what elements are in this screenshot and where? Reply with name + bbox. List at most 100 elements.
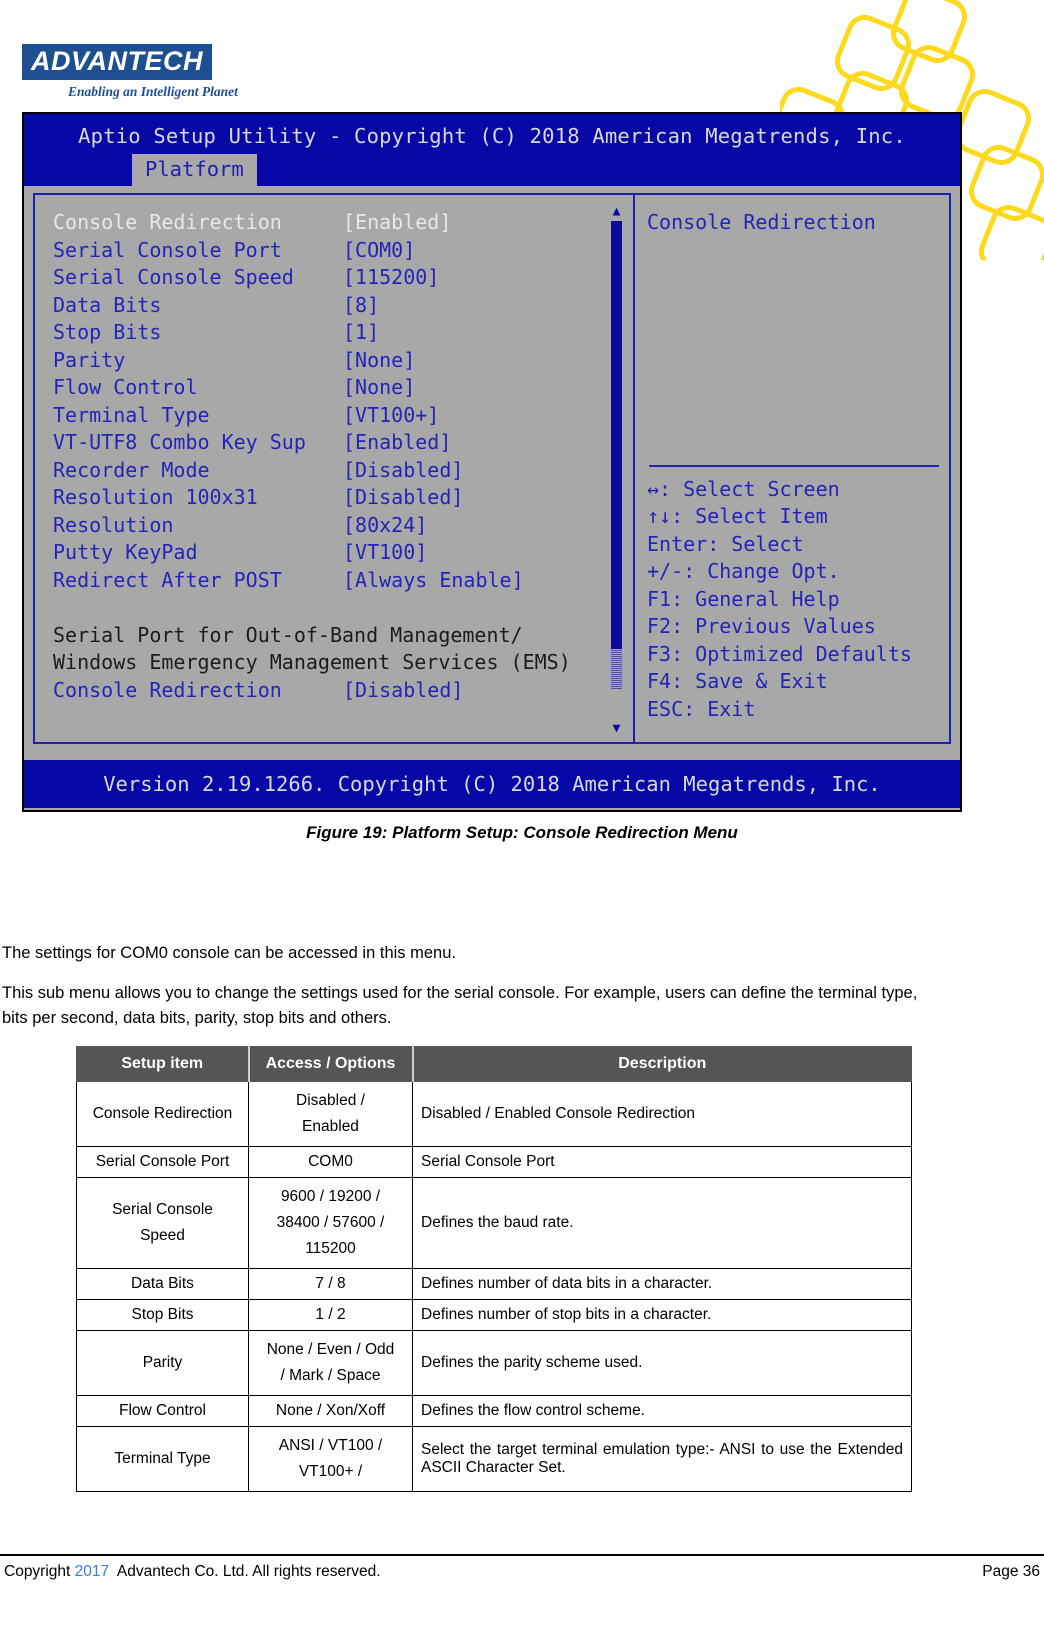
footer-page-number: Page 36	[982, 1563, 1040, 1580]
cell-setup-item: Terminal Type	[76, 1426, 249, 1492]
footer-rule	[0, 1554, 1044, 1556]
help-key-select-item: ↑↓: Select Item	[647, 504, 828, 528]
setting-value: [Disabled]	[343, 485, 464, 509]
setting-row[interactable]: Console Redirection [Enabled]	[53, 209, 633, 237]
setting-value: [None]	[343, 375, 416, 399]
setting-value: [Enabled]	[343, 210, 452, 234]
cell-description: Select the target terminal emulation typ…	[412, 1426, 912, 1492]
setting-row[interactable]: Parity [None]	[53, 347, 633, 375]
table-row: Serial Console Port COM0 Serial Console …	[76, 1146, 912, 1178]
setting-value: [None]	[343, 347, 416, 372]
table-row: Console Redirection Disabled / Enabled Di…	[76, 1081, 912, 1147]
section-heading-line2: Windows Emergency Management Services (E…	[53, 650, 571, 674]
row-spacer	[53, 594, 633, 622]
cell-setup-item: Console Redirection	[76, 1081, 249, 1147]
cell-setup-item: Stop Bits	[76, 1299, 249, 1331]
setting-value: [Enabled]	[343, 430, 452, 454]
table-row: Flow Control None / Xon/Xoff Defines the…	[76, 1395, 912, 1427]
bios-title-bar: Aptio Setup Utility - Copyright (C) 2018…	[24, 114, 960, 186]
help-key-enter: Enter: Select	[647, 531, 804, 556]
setting-value: [80x24]	[343, 512, 428, 537]
help-separator	[649, 464, 939, 467]
footer-copyright-prefix: Copyright	[4, 1563, 75, 1580]
setting-label: Resolution	[53, 512, 174, 537]
setting-label: Recorder Mode	[53, 457, 210, 482]
footer-year: 2017	[74, 1563, 110, 1580]
cell-options: None / Xon/Xoff	[248, 1395, 413, 1427]
table-row: Parity None / Even / Odd / Mark / Space D…	[76, 1330, 912, 1396]
setting-row[interactable]: Resolution [80x24]	[53, 512, 633, 540]
table-row: Terminal Type ANSI / VT100 /VT100+ / Sel…	[76, 1426, 912, 1492]
setting-value: [1]	[343, 320, 380, 344]
setting-row[interactable]: Redirect After POST [Always Enable]	[53, 567, 633, 595]
cell-description: Defines the baud rate.	[412, 1177, 912, 1269]
setting-value: [Always Enable]	[343, 567, 524, 592]
setting-row[interactable]: VT-UTF8 Combo Key Sup [Enabled]	[53, 429, 633, 457]
col-header-access-options: Access / Options	[248, 1046, 414, 1082]
bios-body: Console Redirection [Enabled] Serial Con…	[24, 186, 960, 746]
help-title: Console Redirection	[647, 210, 876, 234]
setting-row[interactable]: Flow Control [None]	[53, 374, 633, 402]
cell-description: Defines the flow control scheme.	[412, 1395, 912, 1427]
cell-description: Defines number of data bits in a charact…	[412, 1268, 912, 1300]
scrollbar-track[interactable]	[611, 221, 622, 719]
table-row: Serial Console Speed 9600 / 19200 /38400 …	[76, 1177, 912, 1269]
setup-items-table: Setup item Access / Options Description …	[76, 1046, 912, 1492]
help-key-f2: F2: Previous Values	[647, 614, 876, 638]
help-key-f4: F4: Save & Exit	[647, 669, 828, 693]
setting-label: Redirect After POST	[53, 567, 282, 592]
setting-row[interactable]: Serial Console Speed [115200]	[53, 264, 633, 292]
setting-row[interactable]: Recorder Mode [Disabled]	[53, 457, 633, 485]
section-heading-line1: Serial Port for Out-of-Band Management/	[53, 622, 523, 647]
setting-value: [COM0]	[343, 237, 416, 262]
footer-copyright: Copyright 2017 Advantech Co. Ltd. All ri…	[4, 1563, 381, 1581]
advantech-logo: ADVANTECH Enabling an Intelligent Planet	[22, 44, 238, 100]
setting-label: Console Redirection	[53, 677, 282, 702]
cell-setup-item: Parity	[76, 1330, 249, 1396]
setting-value: [VT100+]	[343, 402, 440, 427]
setting-row[interactable]: Serial Console Port [COM0]	[53, 237, 633, 265]
setting-row[interactable]: Terminal Type [VT100+]	[53, 402, 633, 430]
help-key-esc: ESC: Exit	[647, 696, 756, 721]
bios-settings-list: Console Redirection [Enabled] Serial Con…	[35, 195, 633, 742]
setting-row[interactable]: Putty KeyPad [VT100]	[53, 539, 633, 567]
col-header-description: Description	[412, 1046, 912, 1082]
cell-setup-item: Data Bits	[76, 1268, 249, 1300]
paragraph-description: This sub menu allows you to change the s…	[2, 984, 918, 1027]
cell-setup-item: Flow Control	[76, 1395, 249, 1427]
bios-help-panel: Console Redirection ↔: Select Screen ↑↓:…	[635, 195, 949, 742]
setting-label: Serial Console Port	[53, 237, 282, 262]
cell-description: Serial Console Port	[412, 1146, 912, 1178]
setting-row[interactable]: Console Redirection [Disabled]	[53, 677, 633, 705]
table-header-row: Setup item Access / Options Description	[76, 1046, 912, 1082]
figure-caption: Figure 19: Platform Setup: Console Redir…	[306, 823, 738, 842]
scroll-down-arrow-icon[interactable]: ▼	[610, 722, 623, 735]
scrollbar[interactable]: ▲ ▼	[610, 205, 623, 735]
setting-row[interactable]: Resolution 100x31 [Disabled]	[53, 484, 633, 512]
document-page: ADVANTECH Enabling an Intelligent Planet…	[0, 0, 1044, 1627]
bios-screenshot: Aptio Setup Utility - Copyright (C) 2018…	[22, 112, 962, 812]
cell-options: None / Even / Odd / Mark / Space	[248, 1330, 413, 1396]
table-body: Console Redirection Disabled / Enabled Di…	[76, 1081, 912, 1492]
cell-options: 7 / 8	[248, 1268, 413, 1300]
scrollbar-dither	[611, 649, 622, 690]
cell-options: 1 / 2	[248, 1299, 413, 1331]
bios-footer-gap	[24, 746, 960, 760]
setting-row[interactable]: Data Bits [8]	[53, 292, 633, 320]
help-key-f3: F3: Optimized Defaults	[647, 641, 912, 666]
setting-label: Parity	[53, 347, 126, 372]
scrollbar-thumb[interactable]	[611, 221, 622, 650]
table-row: Data Bits 7 / 8 Defines number of data b…	[76, 1268, 912, 1300]
bios-frame: Console Redirection [Enabled] Serial Con…	[33, 193, 951, 744]
tab-platform[interactable]: Platform	[132, 154, 257, 186]
cell-options: COM0	[248, 1146, 413, 1178]
setting-row[interactable]: Stop Bits [1]	[53, 319, 633, 347]
setup-table-wrapper: Setup item Access / Options Description …	[76, 1046, 912, 1492]
scroll-up-arrow-icon[interactable]: ▲	[610, 205, 623, 218]
help-key-select-screen: ↔: Select Screen	[647, 476, 840, 501]
setting-label: Serial Console Speed	[53, 265, 294, 289]
cell-options: 9600 / 19200 /38400 / 57600 /115200	[248, 1177, 413, 1269]
setting-label: Resolution 100x31	[53, 485, 258, 509]
bios-version-footer: Version 2.19.1266. Copyright (C) 2018 Am…	[24, 760, 960, 808]
cell-setup-item: Serial Console Speed	[76, 1177, 249, 1269]
